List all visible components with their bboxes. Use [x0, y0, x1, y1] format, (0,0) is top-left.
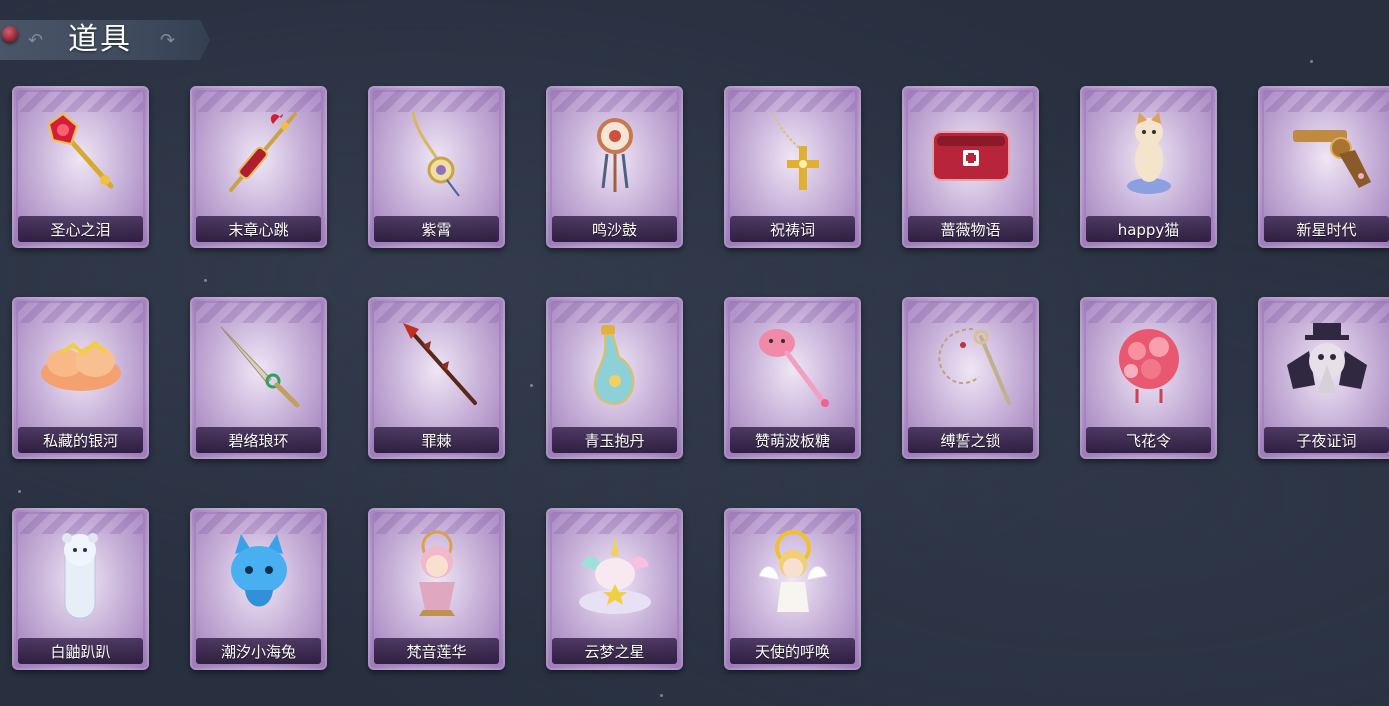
background-speck — [1310, 60, 1313, 63]
pendant-charm-icon — [389, 104, 485, 200]
white-ferret-icon — [33, 526, 129, 622]
item-name: 碧络琅环 — [228, 431, 289, 450]
section-header: ↶ ↷ 道具 — [0, 20, 210, 60]
item-name-bar: 赞萌波板糖 — [730, 427, 855, 453]
item-card[interactable]: 新星时代 — [1258, 86, 1389, 248]
item-card[interactable]: happy猫 — [1080, 86, 1217, 248]
item-name: 赞萌波板糖 — [754, 431, 830, 450]
item-card[interactable]: 末章心跳 — [190, 86, 327, 248]
item-name: 鸣沙鼓 — [591, 220, 637, 239]
item-card[interactable]: 缚誓之锁 — [902, 297, 1039, 459]
lotus-doll-icon — [389, 526, 485, 622]
item-card[interactable]: 罪棘 — [368, 297, 505, 459]
item-name: 末章心跳 — [228, 220, 289, 239]
item-name-bar: 潮汐小海兔 — [196, 638, 321, 664]
item-card[interactable]: 白鼬趴趴 — [12, 508, 149, 670]
item-card[interactable]: 祝祷词 — [724, 86, 861, 248]
swirl-ornament-icon: ↶ — [28, 30, 44, 50]
item-name-bar: 祝祷词 — [730, 216, 855, 242]
first-aid-kit-icon — [923, 104, 1019, 200]
item-name: happy猫 — [1117, 220, 1180, 239]
item-card[interactable]: 青玉抱丹 — [546, 297, 683, 459]
item-name-bar: 鸣沙鼓 — [552, 216, 677, 242]
jade-vase-icon — [567, 315, 663, 411]
item-name-bar: happy猫 — [1086, 216, 1211, 242]
unicorn-cloud-icon — [567, 526, 663, 622]
cat-figure-icon — [1101, 104, 1197, 200]
item-name-bar: 缚誓之锁 — [908, 427, 1033, 453]
item-name: 私藏的银河 — [42, 431, 118, 450]
cross-rosary-icon — [745, 104, 841, 200]
item-name-bar: 梵音莲华 — [374, 638, 499, 664]
item-grid: 圣心之泪 末章心跳 紫霄 鸣沙鼓 祝祷词 蔷薇物语 happy猫 新星时代 私藏… — [12, 86, 1389, 676]
item-name-bar: 云梦之星 — [552, 638, 677, 664]
item-name: 缚誓之锁 — [940, 431, 1001, 450]
item-card[interactable]: 子夜证词 — [1258, 297, 1389, 459]
dreamcatcher-drum-icon — [567, 104, 663, 200]
plague-doctor-icon — [1279, 315, 1375, 411]
item-card[interactable]: 圣心之泪 — [12, 86, 149, 248]
pin-icon — [2, 26, 18, 42]
item-card[interactable]: 蔷薇物语 — [902, 86, 1039, 248]
item-name-bar: 新星时代 — [1264, 216, 1389, 242]
item-card[interactable]: 天使的呼唤 — [724, 508, 861, 670]
item-card[interactable]: 碧络琅环 — [190, 297, 327, 459]
item-name-bar: 碧络琅环 — [196, 427, 321, 453]
item-name-bar: 圣心之泪 — [18, 216, 143, 242]
item-card[interactable]: 云梦之星 — [546, 508, 683, 670]
syringe-scepter-icon — [211, 104, 307, 200]
section-title: 道具 — [68, 22, 132, 57]
item-card[interactable]: 紫霄 — [368, 86, 505, 248]
item-card[interactable]: 飞花令 — [1080, 297, 1217, 459]
item-card[interactable]: 潮汐小海兔 — [190, 508, 327, 670]
blue-sea-bunny-icon — [211, 526, 307, 622]
item-name: 罪棘 — [421, 431, 452, 450]
item-card[interactable]: 梵音莲华 — [368, 508, 505, 670]
item-name: 梵音莲华 — [406, 642, 467, 661]
item-name: 青玉抱丹 — [584, 431, 645, 450]
item-name-bar: 蔷薇物语 — [908, 216, 1033, 242]
golden-cloud-icon — [33, 315, 129, 411]
item-name: 天使的呼唤 — [754, 642, 830, 661]
item-name-bar: 末章心跳 — [196, 216, 321, 242]
scepter-ruby-icon — [33, 104, 129, 200]
revolver-icon — [1279, 104, 1375, 200]
item-name: 飞花令 — [1125, 431, 1171, 450]
item-name-bar: 罪棘 — [374, 427, 499, 453]
item-name-bar: 青玉抱丹 — [552, 427, 677, 453]
flower-lantern-icon — [1101, 315, 1197, 411]
item-card[interactable]: 私藏的银河 — [12, 297, 149, 459]
item-card[interactable]: 赞萌波板糖 — [724, 297, 861, 459]
item-name: 紫霄 — [421, 220, 452, 239]
thorn-spear-icon — [389, 315, 485, 411]
item-name: 新星时代 — [1296, 220, 1357, 239]
item-name-bar: 飞花令 — [1086, 427, 1211, 453]
item-name: 蔷薇物语 — [940, 220, 1001, 239]
background-speck — [660, 694, 663, 697]
jade-dagger-icon — [211, 315, 307, 411]
item-name-bar: 天使的呼唤 — [730, 638, 855, 664]
item-card[interactable]: 鸣沙鼓 — [546, 86, 683, 248]
item-name: 圣心之泪 — [50, 220, 111, 239]
item-name-bar: 子夜证词 — [1264, 427, 1389, 453]
item-name: 子夜证词 — [1296, 431, 1357, 450]
item-name-bar: 白鼬趴趴 — [18, 638, 143, 664]
pink-wand-icon — [745, 315, 841, 411]
swirl-ornament-icon: ↷ — [160, 30, 176, 50]
item-name: 祝祷词 — [769, 220, 815, 239]
angel-doll-icon — [745, 526, 841, 622]
item-name: 云梦之星 — [584, 642, 645, 661]
chain-key-icon — [923, 315, 1019, 411]
item-name-bar: 紫霄 — [374, 216, 499, 242]
item-name: 潮汐小海兔 — [220, 642, 296, 661]
item-name: 白鼬趴趴 — [50, 642, 111, 661]
item-name-bar: 私藏的银河 — [18, 427, 143, 453]
